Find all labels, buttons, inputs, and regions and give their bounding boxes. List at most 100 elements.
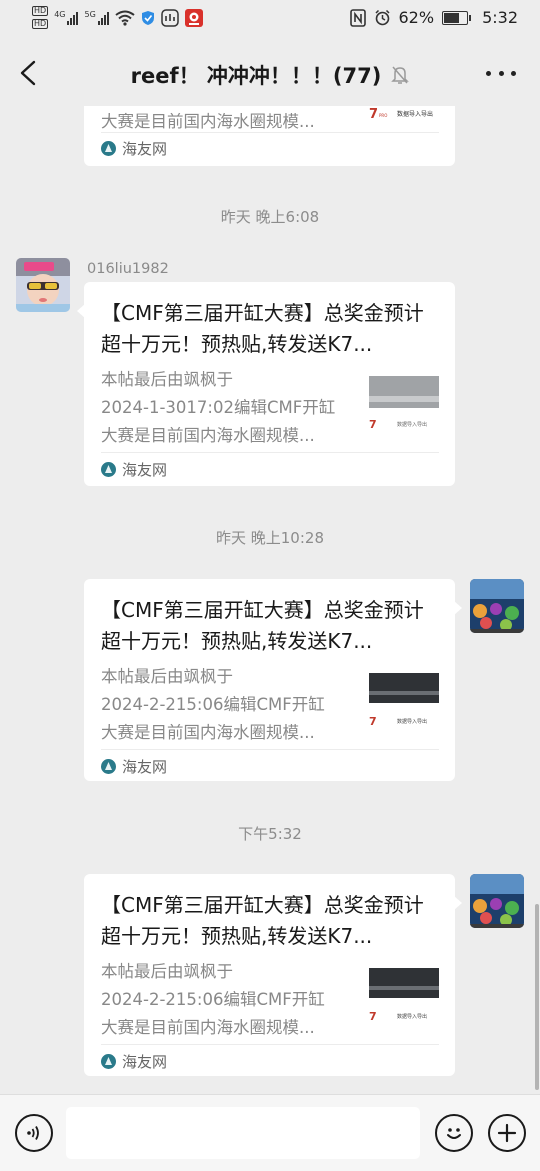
- link-desc-line-1: 本帖最后由飒枫于: [101, 667, 233, 686]
- chat-title: reef！ 冲冲冲！！！(77): [130, 64, 382, 88]
- card-divider: [101, 1044, 439, 1045]
- chat-title-container: reef！ 冲冲冲！！！(77): [0, 60, 540, 90]
- signal-1: 4G: [54, 9, 79, 25]
- partial-thumb-strip: 7 PRO 数据导入导出: [369, 106, 439, 130]
- link-desc: 本帖最后由飒枫于 2024-2-215:06编辑CMF开缸 大赛是目前国内海水圈…: [101, 663, 353, 747]
- link-card[interactable]: 【CMF第三届开缸大赛】总奖金预计超十万元！预热贴,转发送K7... 本帖最后由…: [84, 874, 462, 1076]
- bubble-tail: [77, 304, 85, 318]
- link-thumbnail: 7 数据导入导出: [369, 968, 439, 1030]
- link-source: 海友网: [101, 138, 167, 159]
- svg-text:7: 7: [369, 107, 378, 122]
- red-app-icon: [184, 8, 203, 27]
- input-bar: [0, 1094, 540, 1171]
- signal-2: 5G: [84, 9, 109, 25]
- nfc-icon: [349, 8, 366, 27]
- link-thumbnail: 7 数据导入导出: [369, 673, 439, 735]
- source-name: 海友网: [122, 1053, 168, 1071]
- emoji-face: [447, 1128, 461, 1139]
- shield-icon: [141, 10, 154, 25]
- voice-waves: [27, 1126, 39, 1140]
- source-name: 海友网: [122, 758, 168, 776]
- my-avatar[interactable]: [470, 874, 524, 928]
- bell-muted-icon: [391, 66, 410, 84]
- link-desc-line-3: 大赛是目前国内海水圈规模...: [101, 426, 315, 445]
- avatar-image: [16, 258, 70, 312]
- svg-text:7: 7: [369, 418, 377, 431]
- partial-thumb-icon: 7 PRO 数据导入导出: [369, 107, 433, 122]
- bubble-tail: [454, 896, 462, 910]
- thumb-caption: 数据导入导出: [397, 110, 433, 118]
- app-notification-icon: [161, 8, 179, 27]
- link-card[interactable]: 【CMF第三届开缸大赛】总奖金预计超十万元！预热贴,转发送K7... 本帖最后由…: [84, 579, 462, 781]
- plus-icon[interactable]: [488, 1114, 526, 1152]
- card-divider: [101, 132, 439, 133]
- link-desc: 本帖最后由飒枫于 2024-2-215:06编辑CMF开缸 大赛是目前国内海水圈…: [101, 958, 353, 1042]
- link-desc-line-2: 2024-2-215:06编辑CMF开缸: [101, 990, 325, 1009]
- hd-badge-2: HD: [32, 19, 49, 29]
- link-thumbnail: 7 数据导入导出: [369, 376, 439, 438]
- svg-text:7: 7: [369, 715, 377, 728]
- link-desc: 本帖最后由飒枫于 2024-1-3017:02编辑CMF开缸 大赛是目前国内海水…: [101, 366, 353, 450]
- title-wrap: reef！ 冲冲冲！！！(77): [131, 60, 410, 90]
- link-desc-line-3: 大赛是目前国内海水圈规模...: [101, 1018, 315, 1037]
- wifi-icon: [115, 10, 135, 26]
- thumb-caption: 数据导入导出: [397, 1013, 427, 1020]
- thumbnail-image: 7 数据导入导出: [369, 673, 439, 735]
- message-list[interactable]: 7 大赛是目前国内海水圈规模... 海友网 7 PRO 数据导入导出 昨天 晚上…: [0, 106, 540, 1094]
- source-logo-icon: [101, 1054, 116, 1069]
- card-divider: [101, 452, 439, 453]
- source-logo-icon: [101, 462, 116, 477]
- svg-text:7: 7: [369, 1010, 377, 1023]
- link-title: 【CMF第三届开缸大赛】总奖金预计超十万元！预热贴,转发送K7...: [101, 301, 424, 356]
- svg-text:PRO: PRO: [379, 113, 387, 118]
- signal-bars-2-icon: [97, 11, 109, 25]
- thumb-caption: 数据导入导出: [397, 421, 427, 428]
- hd-indicators: HD HD: [32, 6, 49, 29]
- reef-avatar-image: [470, 874, 524, 928]
- link-title: 【CMF第三届开缸大赛】总奖金预计超十万元！预热贴,转发送K7...: [101, 893, 424, 948]
- link-desc-line-1: 本帖最后由飒枫于: [101, 370, 233, 389]
- link-desc-line-3: 大赛是目前国内海水圈规模...: [101, 723, 315, 742]
- sender-name: 016liu1982: [87, 261, 169, 277]
- battery-icon: [442, 10, 472, 25]
- avatar[interactable]: [16, 258, 70, 312]
- plus-sign: [497, 1123, 517, 1143]
- signal-bars-1-icon: [67, 11, 79, 25]
- timestamp: 下午5:32: [238, 825, 302, 843]
- timestamp: 昨天 晚上6:08: [220, 208, 320, 226]
- more-icon[interactable]: [486, 58, 516, 88]
- status-bar: HD HD 4G 5G 62% 5:32: [0, 0, 540, 40]
- link-source: 海友网: [101, 1051, 167, 1072]
- network-type-1: 4G: [54, 9, 66, 19]
- status-left: HD HD 4G 5G: [32, 6, 203, 29]
- source-name: 海友网: [122, 461, 168, 479]
- scrollbar[interactable]: [535, 904, 539, 1090]
- link-desc-line-2: 2024-1-3017:02编辑CMF开缸: [101, 398, 336, 417]
- message-input[interactable]: [66, 1107, 420, 1159]
- bubble-tail: [454, 601, 462, 615]
- my-avatar[interactable]: [470, 579, 524, 633]
- card-divider: [101, 749, 439, 750]
- source-logo-icon: [101, 141, 116, 156]
- alarm-icon: [374, 9, 390, 26]
- link-card[interactable]: 【CMF第三届开缸大赛】总奖金预计超十万元！预热贴,转发送K7... 本帖最后由…: [77, 282, 455, 486]
- clock: 5:32: [482, 8, 518, 27]
- source-name: 海友网: [122, 140, 168, 158]
- link-title: 【CMF第三届开缸大赛】总奖金预计超十万元！预热贴,转发送K7...: [101, 598, 424, 653]
- hd-badge-1: HD: [32, 6, 49, 16]
- network-type-2: 5G: [84, 9, 96, 19]
- battery-percent: 62%: [398, 8, 435, 27]
- link-source: 海友网: [101, 756, 167, 777]
- source-logo-icon: [101, 759, 116, 774]
- status-right: 62% 5:32: [349, 8, 518, 27]
- thumb-caption: 数据导入导出: [397, 718, 427, 725]
- thumbnail-image: 7 数据导入导出: [369, 968, 439, 1030]
- thumbnail-image: 7 数据导入导出: [369, 376, 439, 438]
- voice-icon[interactable]: [15, 1114, 53, 1152]
- link-source: 海友网: [101, 459, 167, 480]
- timestamp: 昨天 晚上10:28: [216, 529, 324, 547]
- battery-level: [444, 12, 459, 23]
- chat-header: reef！ 冲冲冲！！！(77): [0, 40, 540, 106]
- emoji-icon[interactable]: [435, 1114, 473, 1152]
- link-desc-line-2: 2024-2-215:06编辑CMF开缸: [101, 695, 325, 714]
